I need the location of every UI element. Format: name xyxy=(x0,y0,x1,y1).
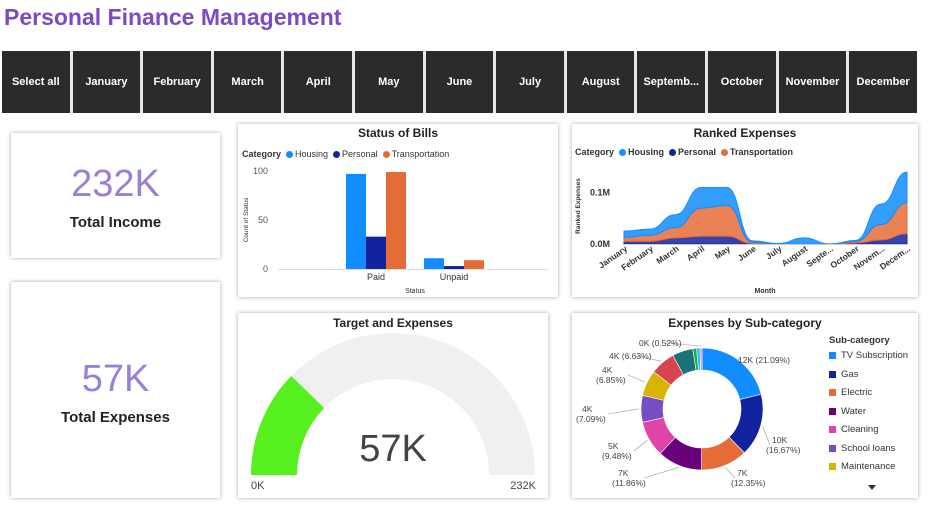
gauge-max-label: 232K xyxy=(510,480,536,492)
leader-line xyxy=(633,439,648,452)
x-tick-label: August xyxy=(780,243,810,268)
y-axis-label: Ranked Expenses xyxy=(575,178,582,234)
status-of-bills-visual[interactable]: Status of Bills Category Housing Persona… xyxy=(238,124,558,297)
slicer-item-november[interactable]: November xyxy=(778,51,847,113)
bar-personal-unpaid xyxy=(444,266,464,269)
legend-swatch xyxy=(829,463,836,470)
donut-data-label: 10K xyxy=(772,435,787,445)
legend-scroll-down-icon[interactable] xyxy=(868,485,876,490)
donut-data-label: (11.86%) xyxy=(612,478,646,488)
legend-item-tv-subscription[interactable]: TV Subscription xyxy=(829,350,908,369)
legend-item-school-loans[interactable]: School loans xyxy=(829,443,908,462)
bar-personal-paid xyxy=(366,236,386,269)
legend-item-maintenance[interactable]: Maintenance xyxy=(829,461,908,480)
gauge-chart: 57K 0K 232K xyxy=(251,333,537,492)
gauge-min-label: 0K xyxy=(251,480,265,492)
total-income-card: 232K Total Income xyxy=(11,133,220,258)
ranked-expenses-visual[interactable]: Ranked Expenses Category Housing Persona… xyxy=(572,124,918,297)
donut-data-label: (16.67%) xyxy=(766,445,801,455)
subcat-legend: Sub-category TV Subscription Gas Electric W… xyxy=(829,335,908,480)
donut-data-label: 4K xyxy=(602,365,613,375)
donut-data-label: 4K (6.63%) xyxy=(609,351,652,361)
x-axis-label: Month xyxy=(755,288,776,295)
total-income-label: Total Income xyxy=(69,214,162,231)
legend-label: Water xyxy=(841,405,866,417)
donut-data-label: (7.09%) xyxy=(576,414,606,424)
slicer-item-june[interactable]: June xyxy=(425,51,494,113)
total-expenses-value: 57K xyxy=(81,358,150,400)
slicer-item-select-all[interactable]: Select all xyxy=(2,51,70,113)
slicer-item-septemb[interactable]: Septemb... xyxy=(637,51,706,113)
legend-label: TV Subscription xyxy=(841,350,909,361)
target-expenses-visual[interactable]: Target and Expenses 57K 0K 232K xyxy=(238,313,548,498)
legend-item-gas[interactable]: Gas xyxy=(829,369,908,388)
x-tick-label: Paid xyxy=(367,272,385,282)
leader-line xyxy=(627,374,646,383)
gauge-value-label: 57K xyxy=(359,428,427,470)
x-tick-label: March xyxy=(654,243,680,266)
leader-line xyxy=(643,467,679,479)
legend-swatch xyxy=(829,370,836,378)
leader-line xyxy=(762,426,771,446)
slicer-item-august[interactable]: August xyxy=(566,51,635,113)
donut-chart: 12K (21.09%)10K(16.67%)7K(12.35%)7K(11.8… xyxy=(576,338,801,488)
legend-label: Maintenance xyxy=(841,461,896,472)
slicer-item-july[interactable]: July xyxy=(496,51,564,113)
x-tick-label: May xyxy=(713,243,733,261)
donut-data-label: 7K xyxy=(618,468,629,478)
legend-item-water[interactable]: Water xyxy=(829,406,908,425)
page-title: Personal Finance Management xyxy=(4,4,342,30)
ranked-chart: 0.1M0.0MRanked ExpensesMonthJanuaryFebru… xyxy=(575,171,912,295)
legend-label: School loans xyxy=(841,442,896,454)
legend-swatch xyxy=(829,426,836,433)
total-expenses-card: 57K Total Expenses xyxy=(11,282,220,498)
y-tick-label: 0.1M xyxy=(590,188,610,198)
donut-data-label: 4K xyxy=(582,404,593,414)
y-tick-label: 0.0M xyxy=(590,239,610,249)
legend-swatch xyxy=(829,389,836,396)
slicer-item-january[interactable]: January xyxy=(72,51,141,113)
legend-label: Gas xyxy=(841,368,859,380)
legend-item-cleaning[interactable]: Cleaning xyxy=(829,424,908,443)
legend-swatch xyxy=(829,407,836,415)
x-axis-label: Status xyxy=(405,288,425,295)
subcat-legend-title: Sub-category xyxy=(829,335,890,346)
x-tick-label: Unpaid xyxy=(440,272,469,282)
bar-transportation-paid xyxy=(386,171,406,269)
slicer-item-february[interactable]: February xyxy=(143,51,211,113)
bar-housing-paid xyxy=(346,173,366,269)
slicer-item-december[interactable]: December xyxy=(849,51,917,113)
total-income-value: 232K xyxy=(71,163,160,205)
bar-transportation-unpaid xyxy=(464,260,484,269)
legend-item-electric[interactable]: Electric xyxy=(829,387,908,406)
legend-label: Electric xyxy=(841,387,873,398)
slicer-item-may[interactable]: May xyxy=(355,51,423,113)
slicer-item-october[interactable]: October xyxy=(708,51,776,113)
y-axis-label: Count of Status xyxy=(243,197,250,243)
donut-data-label: 7K xyxy=(737,468,748,478)
donut-data-label: 12K (21.09%) xyxy=(738,355,790,365)
month-slicer: Select all January February March April May Ju… xyxy=(2,51,917,113)
expenses-by-subcategory-visual[interactable]: Expenses by Sub-category 12K (21.09%) 10K… xyxy=(572,313,918,498)
y-tick-label: 50 xyxy=(258,215,268,225)
slicer-item-march[interactable]: March xyxy=(213,51,282,113)
slicer-item-april[interactable]: April xyxy=(284,51,353,113)
leader-line xyxy=(725,467,736,479)
donut-data-label: (9.48%) xyxy=(602,451,632,461)
legend-swatch xyxy=(829,444,836,452)
legend-label: Cleaning xyxy=(841,424,879,435)
donut-data-label: (12.35%) xyxy=(731,478,766,488)
donut-data-label: 0K (0.52%) xyxy=(639,338,682,348)
total-expenses-label: Total Expenses xyxy=(61,409,170,426)
x-tick-label: April xyxy=(685,243,707,262)
x-tick-label: June xyxy=(736,243,758,263)
leader-line xyxy=(607,408,640,415)
donut-data-label: 5K xyxy=(608,441,619,451)
bar-housing-unpaid xyxy=(424,258,444,269)
y-tick-label: 0 xyxy=(263,264,268,274)
donut-data-label: (6.85%) xyxy=(596,375,626,385)
y-tick-label: 100 xyxy=(253,166,268,176)
bills-chart: 100 50 0 Count of Status Status Paid Unpaid xyxy=(243,166,548,295)
legend-swatch xyxy=(829,352,836,359)
